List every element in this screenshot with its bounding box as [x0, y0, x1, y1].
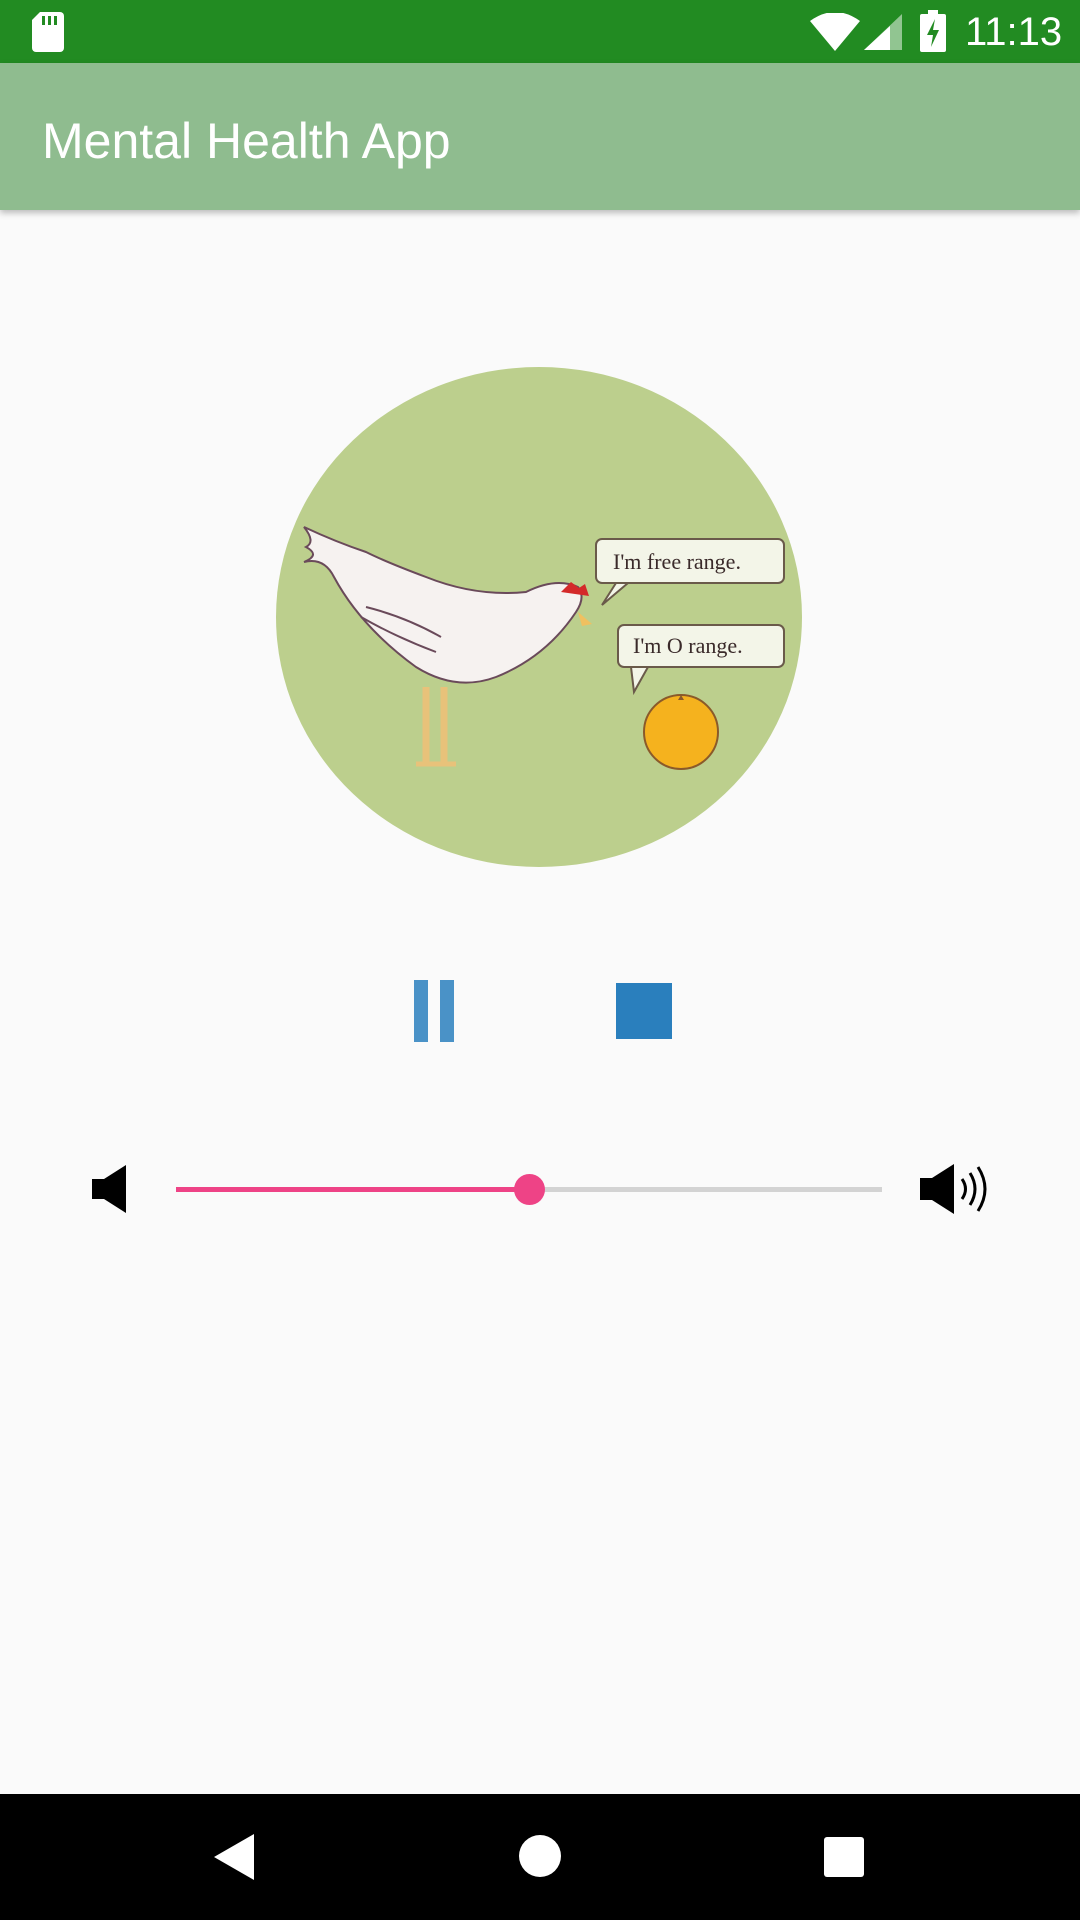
speech-bubble-2-text: I'm O range. [633, 633, 743, 658]
app-bar: Mental Health App [0, 63, 1080, 210]
stop-button[interactable] [616, 983, 672, 1039]
status-time: 11:13 [965, 10, 1063, 54]
album-artwork: I'm free range. I'm O range. [276, 367, 802, 867]
orange-illustration [643, 694, 719, 770]
pause-icon [414, 980, 454, 1042]
volume-thumb[interactable] [514, 1174, 545, 1205]
recents-icon[interactable] [824, 1837, 864, 1877]
battery-charging-icon [920, 10, 946, 52]
status-bar: 11:13 [0, 0, 1080, 63]
volume-mute-icon[interactable] [92, 1165, 128, 1213]
pause-button[interactable] [412, 980, 458, 1042]
cell-signal-icon [864, 14, 902, 50]
home-icon[interactable] [518, 1834, 562, 1878]
page-title: Mental Health App [42, 113, 451, 169]
volume-up-icon[interactable] [920, 1162, 992, 1216]
wifi-icon [810, 13, 860, 51]
back-icon[interactable] [214, 1834, 256, 1880]
speech-bubble-1-text: I'm free range. [613, 549, 741, 574]
volume-slider[interactable] [176, 1164, 882, 1214]
volume-fill [176, 1187, 529, 1192]
sd-card-icon [32, 12, 64, 52]
navigation-bar [0, 1794, 1080, 1920]
